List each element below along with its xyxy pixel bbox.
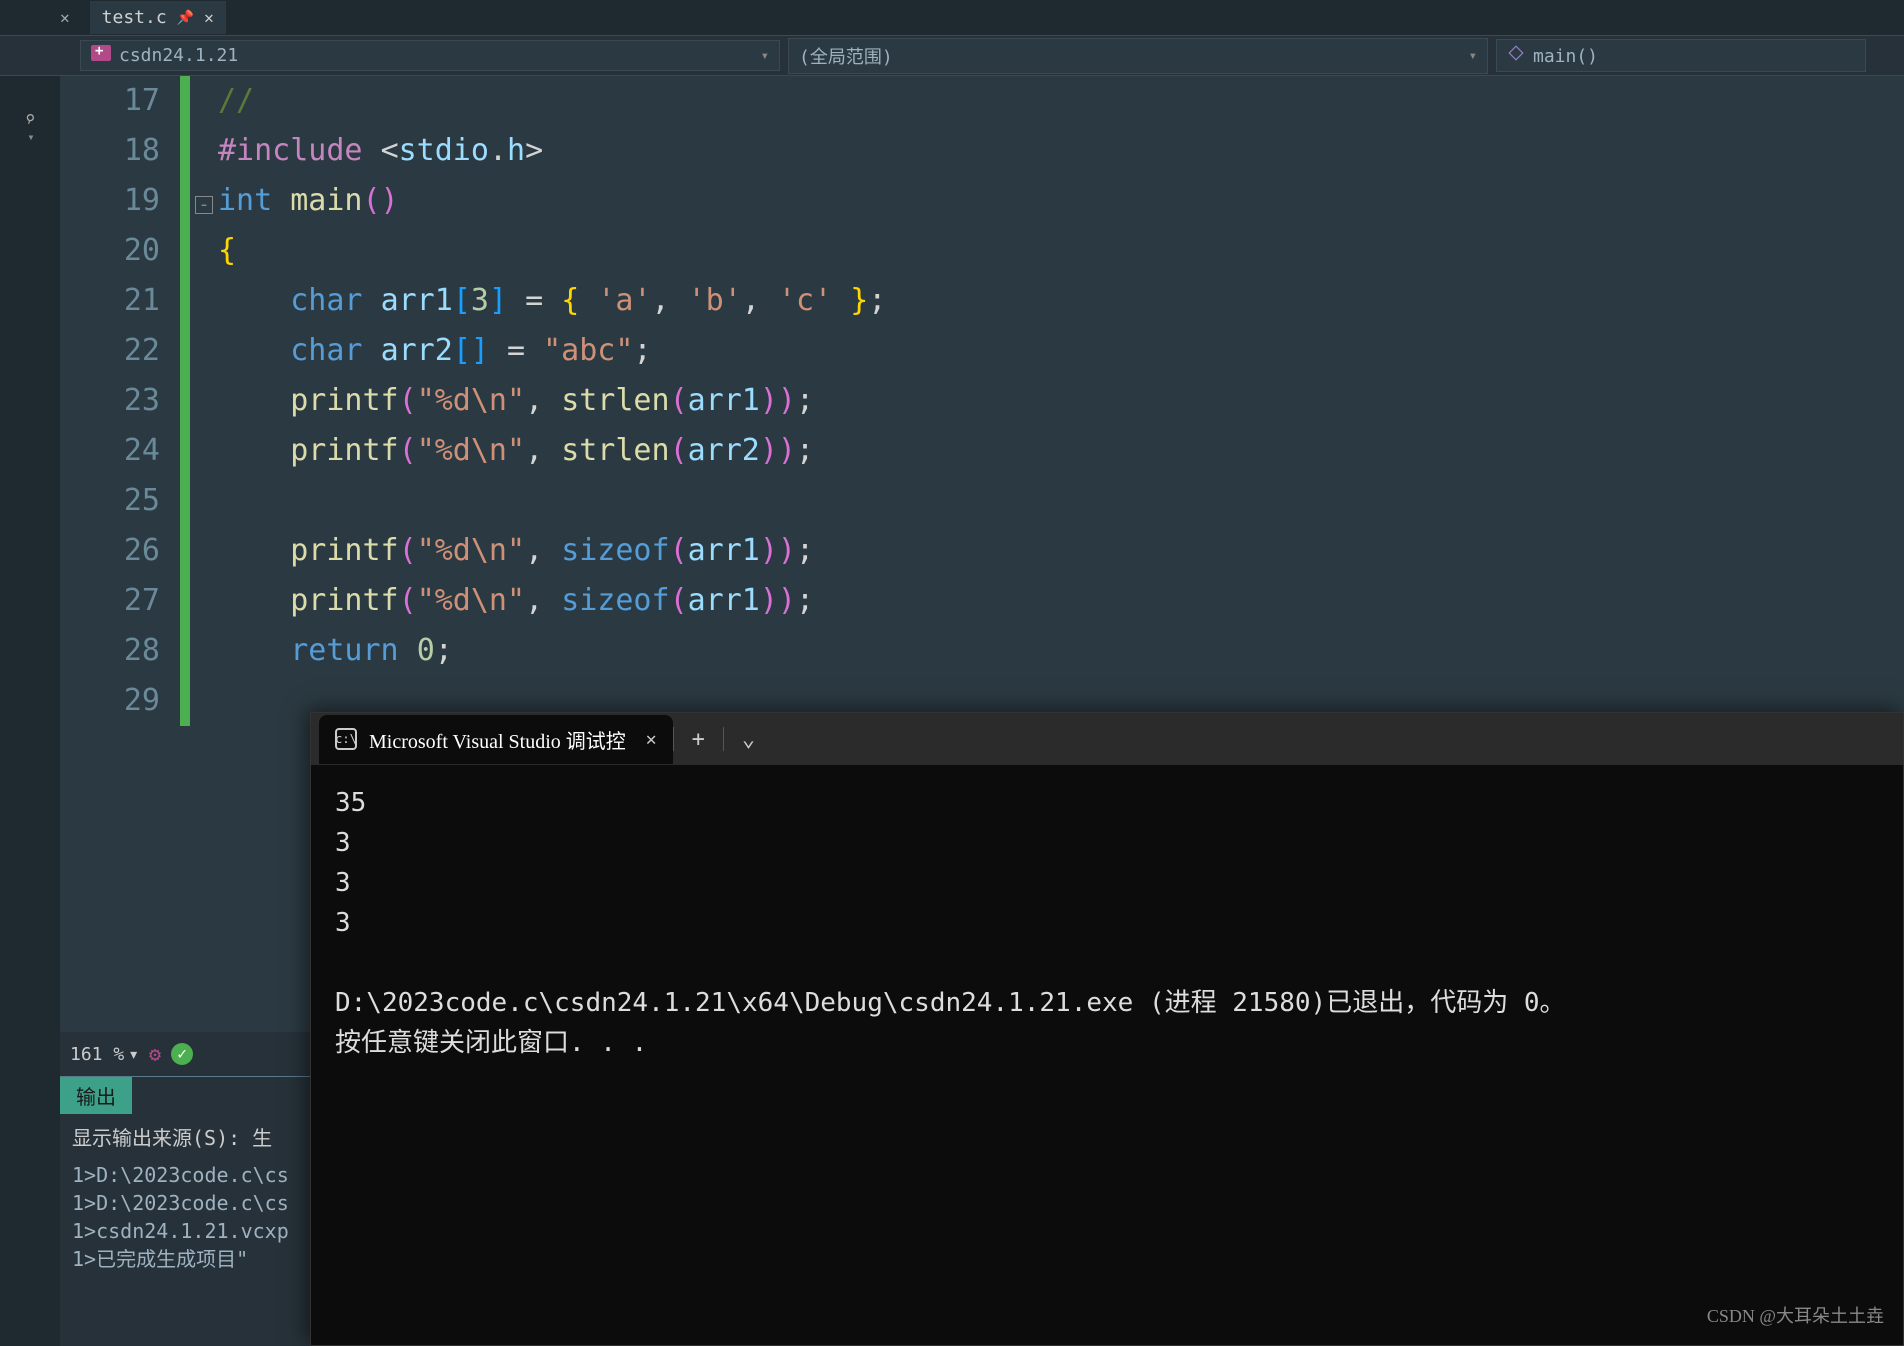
line-number: 23 (60, 376, 160, 426)
line-number: 26 (60, 526, 160, 576)
watermark: CSDN @大耳朵土土垚 (1707, 1302, 1884, 1328)
cube-icon (1508, 45, 1523, 60)
pin-icon[interactable]: 📌 (177, 10, 194, 26)
code-line[interactable]: printf("%d\n", strlen(arr1)); (218, 376, 1904, 426)
symbol-dropdown[interactable]: main() (1496, 39, 1866, 72)
scope-value: (全局范围) (799, 43, 893, 69)
line-number: 17 (60, 76, 160, 126)
file-tab[interactable]: test.c 📌 ✕ (90, 1, 226, 34)
chevron-down-icon[interactable]: ▾ (27, 130, 34, 144)
file-tabs-bar: ✕ test.c 📌 ✕ (0, 0, 1904, 36)
output-title[interactable]: 输出 (60, 1077, 132, 1114)
file-tab-label: test.c (102, 7, 167, 28)
console-output[interactable]: 35 3 3 3 D:\2023code.c\csdn24.1.21\x64\D… (311, 765, 1903, 1081)
editor-status-bar: 161 % ▾ ⚙ ✓ (60, 1032, 310, 1076)
line-number: 20 (60, 226, 160, 276)
nav-dropdown-bar: csdn24.1.21 ▾ (全局范围) ▾ main() (0, 36, 1904, 76)
code-line[interactable]: printf("%d\n", sizeof(arr1)); (218, 576, 1904, 626)
output-source-label: 显示输出来源(S): (72, 1122, 240, 1151)
project-dropdown[interactable]: csdn24.1.21 ▾ (80, 40, 780, 71)
code-line[interactable]: return 0; (218, 626, 1904, 676)
line-number: 28 (60, 626, 160, 676)
close-icon[interactable]: ✕ (60, 8, 70, 27)
close-tab-icon[interactable]: ✕ (204, 8, 214, 27)
scope-dropdown[interactable]: (全局范围) ▾ (788, 38, 1488, 74)
code-line[interactable]: char arr2[] = "abc"; (218, 326, 1904, 376)
line-number: 29 (60, 676, 160, 726)
project-icon (91, 45, 111, 61)
code-line[interactable]: // (218, 76, 1904, 126)
code-line[interactable]: char arr1[3] = { 'a', 'b', 'c' }; (218, 276, 1904, 326)
check-icon: ✓ (171, 1043, 193, 1065)
console-tab[interactable]: c:\ Microsoft Visual Studio 调试控 ✕ (319, 715, 673, 764)
chevron-down-icon: ▾ (761, 48, 769, 64)
change-indicator (180, 76, 190, 726)
code-line[interactable]: { (218, 226, 1904, 276)
fold-gutter[interactable]: - (190, 76, 218, 726)
code-line[interactable]: #include <stdio.h> (218, 126, 1904, 176)
project-name: csdn24.1.21 (119, 45, 238, 66)
line-number: 27 (60, 576, 160, 626)
fold-toggle[interactable]: - (195, 196, 213, 214)
zoom-control[interactable]: 161 % ▾ (70, 1044, 139, 1065)
line-number: 24 (60, 426, 160, 476)
chevron-down-icon: ▾ (1469, 48, 1477, 64)
line-numbers: 17181920212223242526272829 (60, 76, 180, 726)
chevron-down-icon: ▾ (128, 1044, 139, 1065)
search-icon[interactable]: ⌕ (19, 105, 41, 132)
output-source-value[interactable]: 生 (252, 1122, 272, 1151)
line-number: 25 (60, 476, 160, 526)
debug-console-window: c:\ Microsoft Visual Studio 调试控 ✕ + ⌄ 35… (310, 712, 1904, 1346)
line-number: 21 (60, 276, 160, 326)
console-tab-title: Microsoft Visual Studio 调试控 (369, 725, 626, 754)
line-number: 19 (60, 176, 160, 226)
zoom-value: 161 % (70, 1044, 124, 1065)
chevron-down-icon[interactable]: ⌄ (724, 727, 773, 752)
intellisense-icon[interactable]: ⚙ (149, 1042, 161, 1066)
code-line[interactable]: int main() (218, 176, 1904, 226)
symbol-value: main() (1533, 46, 1598, 67)
left-gutter: ⌕▾ (0, 76, 60, 1346)
line-number: 18 (60, 126, 160, 176)
code-line[interactable] (218, 476, 1904, 526)
terminal-icon: c:\ (335, 728, 357, 750)
code-line[interactable]: printf("%d\n", strlen(arr2)); (218, 426, 1904, 476)
close-icon[interactable]: ✕ (646, 729, 657, 750)
new-tab-button[interactable]: + (674, 727, 723, 752)
code-content[interactable]: //#include <stdio.h>int main(){ char arr… (218, 76, 1904, 726)
line-number: 22 (60, 326, 160, 376)
code-line[interactable]: printf("%d\n", sizeof(arr1)); (218, 526, 1904, 576)
console-titlebar[interactable]: c:\ Microsoft Visual Studio 调试控 ✕ + ⌄ (311, 713, 1903, 765)
